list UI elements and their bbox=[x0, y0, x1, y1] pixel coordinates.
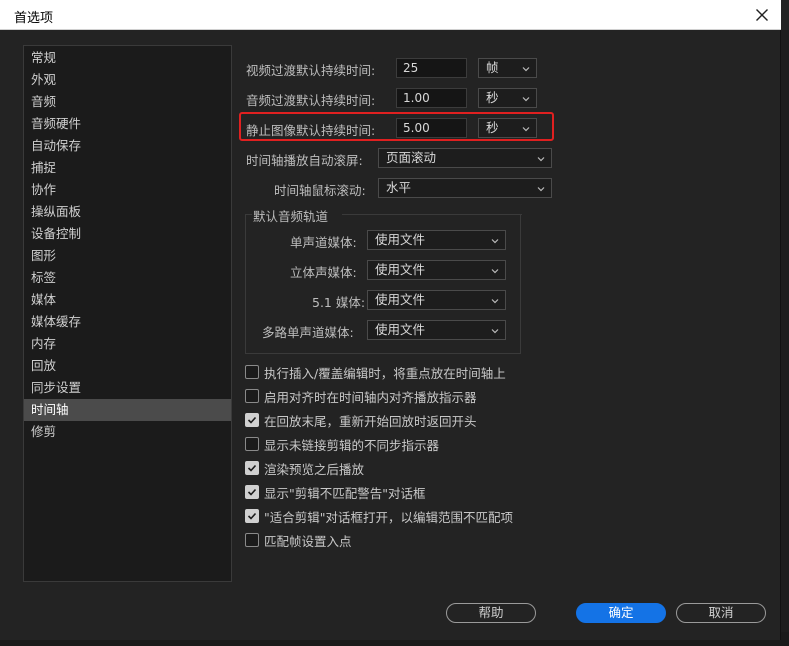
group-border bbox=[246, 214, 252, 215]
audio-transition-unit: 秒 bbox=[486, 90, 499, 105]
checkbox-label: "适合剪辑"对话框打开，以编辑范围不匹配项 bbox=[264, 509, 513, 525]
checkbox-label: 匹配帧设置入点 bbox=[264, 533, 352, 549]
mono-media-label: 单声道媒体: bbox=[290, 235, 357, 250]
multi-mono-media-value: 使用文件 bbox=[375, 322, 426, 337]
sidebar-item-timeline[interactable]: 时间轴 bbox=[24, 399, 231, 421]
sidebar-item-audio[interactable]: 音频 bbox=[24, 91, 231, 113]
checkbox-label: 显示"剪辑不匹配警告"对话框 bbox=[264, 485, 426, 501]
chevron-down-icon bbox=[491, 329, 499, 334]
auto-scroll-label: 时间轴播放自动滚屏: bbox=[246, 153, 363, 168]
sidebar-item-device-control[interactable]: 设备控制 bbox=[24, 223, 231, 245]
sidebar-item-collaboration[interactable]: 协作 bbox=[24, 179, 231, 201]
preferences-dialog: 首选项 常规 外观 音频 音频硬件 自动保存 捕捉 协作 操纵面板 设备控制 图… bbox=[0, 0, 781, 640]
checkbox-box bbox=[245, 485, 259, 499]
auto-scroll-select[interactable]: 页面滚动 bbox=[378, 148, 552, 168]
checkbox-box bbox=[245, 389, 259, 403]
audio-transition-input[interactable]: 1.00 bbox=[396, 88, 467, 108]
out-of-sync-indicator-checkbox[interactable]: 显示未链接剪辑的不同步指示器 bbox=[245, 435, 439, 453]
dialog-title: 首选项 bbox=[14, 11, 54, 26]
cancel-button[interactable]: 取消 bbox=[676, 603, 766, 623]
checkbox-box bbox=[245, 509, 259, 523]
chevron-down-icon bbox=[491, 299, 499, 304]
mouse-scroll-label: 时间轴鼠标滚动: bbox=[274, 183, 366, 198]
title-bar: 首选项 bbox=[0, 0, 781, 30]
video-transition-unit-select[interactable]: 帧 bbox=[478, 58, 537, 78]
chevron-down-icon bbox=[491, 239, 499, 244]
chevron-down-icon bbox=[522, 127, 530, 132]
checkbox-box bbox=[245, 413, 259, 427]
checkmark-icon bbox=[247, 416, 257, 424]
checkbox-label: 渲染预览之后播放 bbox=[264, 461, 365, 477]
mouse-scroll-select[interactable]: 水平 bbox=[378, 178, 552, 198]
surround-media-select[interactable]: 使用文件 bbox=[367, 290, 506, 310]
mouse-scroll-value: 水平 bbox=[386, 180, 412, 195]
chevron-down-icon bbox=[522, 97, 530, 102]
video-transition-label: 视频过渡默认持续时间: bbox=[246, 63, 376, 78]
clip-mismatch-warning-checkbox[interactable]: 显示"剪辑不匹配警告"对话框 bbox=[245, 483, 426, 501]
help-button[interactable]: 帮助 bbox=[446, 603, 536, 623]
close-icon bbox=[756, 9, 768, 21]
match-frame-in-point-checkbox[interactable]: 匹配帧设置入点 bbox=[245, 531, 352, 549]
sidebar-item-media[interactable]: 媒体 bbox=[24, 289, 231, 311]
sidebar-item-labels[interactable]: 标签 bbox=[24, 267, 231, 289]
checkmark-icon bbox=[247, 464, 257, 472]
checkbox-label: 在回放末尾，重新开始回放时返回开头 bbox=[264, 413, 477, 429]
return-to-start-checkbox[interactable]: 在回放末尾，重新开始回放时返回开头 bbox=[245, 411, 477, 429]
checkmark-icon bbox=[247, 512, 257, 520]
play-after-render-checkbox[interactable]: 渲染预览之后播放 bbox=[245, 459, 364, 477]
sidebar-item-appearance[interactable]: 外观 bbox=[24, 69, 231, 91]
sidebar-item-capture[interactable]: 捕捉 bbox=[24, 157, 231, 179]
sidebar-item-memory[interactable]: 内存 bbox=[24, 333, 231, 355]
checkbox-box bbox=[245, 461, 259, 475]
stereo-media-label: 立体声媒体: bbox=[290, 265, 357, 280]
video-transition-unit: 帧 bbox=[486, 60, 499, 75]
checkbox-label: 执行插入/覆盖编辑时，将重点放在时间轴上 bbox=[264, 365, 506, 381]
sidebar-item-playback[interactable]: 回放 bbox=[24, 355, 231, 377]
mono-media-select[interactable]: 使用文件 bbox=[367, 230, 506, 250]
still-image-unit-select[interactable]: 秒 bbox=[478, 118, 537, 138]
checkbox-box bbox=[245, 533, 259, 547]
video-transition-input[interactable]: 25 bbox=[396, 58, 467, 78]
fit-clip-dialog-checkbox[interactable]: "适合剪辑"对话框打开，以编辑范围不匹配项 bbox=[245, 507, 513, 525]
sidebar-item-sync-settings[interactable]: 同步设置 bbox=[24, 377, 231, 399]
multi-mono-media-select[interactable]: 使用文件 bbox=[367, 320, 506, 340]
audio-transition-unit-select[interactable]: 秒 bbox=[478, 88, 537, 108]
sidebar-item-media-cache[interactable]: 媒体缓存 bbox=[24, 311, 231, 333]
sidebar-item-general[interactable]: 常规 bbox=[24, 47, 231, 69]
surround-media-label: 5.1 媒体: bbox=[312, 295, 366, 310]
sidebar-item-audio-hardware[interactable]: 音频硬件 bbox=[24, 113, 231, 135]
category-list: 常规 外观 音频 音频硬件 自动保存 捕捉 协作 操纵面板 设备控制 图形 标签… bbox=[23, 45, 232, 582]
checkbox-box bbox=[245, 437, 259, 451]
checkbox-label: 启用对齐时在时间轴内对齐播放指示器 bbox=[264, 389, 477, 405]
close-button[interactable] bbox=[749, 3, 775, 27]
stereo-media-select[interactable]: 使用文件 bbox=[367, 260, 506, 280]
checkbox-label: 显示未链接剪辑的不同步指示器 bbox=[264, 437, 440, 453]
audio-transition-label: 音频过渡默认持续时间: bbox=[246, 93, 376, 108]
still-image-unit: 秒 bbox=[486, 120, 499, 135]
chevron-down-icon bbox=[491, 269, 499, 274]
sidebar-item-trim[interactable]: 修剪 bbox=[24, 421, 231, 443]
snap-playhead-checkbox[interactable]: 启用对齐时在时间轴内对齐播放指示器 bbox=[245, 387, 477, 405]
chevron-down-icon bbox=[537, 157, 545, 162]
chevron-down-icon bbox=[537, 187, 545, 192]
chevron-down-icon bbox=[522, 67, 530, 72]
sidebar-item-auto-save[interactable]: 自动保存 bbox=[24, 135, 231, 157]
sidebar-item-control-surface[interactable]: 操纵面板 bbox=[24, 201, 231, 223]
mono-media-value: 使用文件 bbox=[375, 232, 426, 247]
stereo-media-value: 使用文件 bbox=[375, 262, 426, 277]
checkmark-icon bbox=[247, 488, 257, 496]
multi-mono-media-label: 多路单声道媒体: bbox=[262, 325, 354, 340]
still-image-duration-label: 静止图像默认持续时间: bbox=[246, 123, 376, 138]
checkbox-box bbox=[245, 365, 259, 379]
auto-scroll-value: 页面滚动 bbox=[386, 150, 437, 165]
ok-button[interactable]: 确定 bbox=[576, 603, 666, 623]
sidebar-item-graphics[interactable]: 图形 bbox=[24, 245, 231, 267]
default-audio-tracks-title: 默认音频轨道 bbox=[253, 209, 329, 224]
focus-timeline-on-edit-checkbox[interactable]: 执行插入/覆盖编辑时，将重点放在时间轴上 bbox=[245, 363, 506, 381]
group-border bbox=[342, 214, 522, 215]
surround-media-value: 使用文件 bbox=[375, 292, 426, 307]
still-image-duration-input[interactable]: 5.00 bbox=[396, 118, 467, 138]
